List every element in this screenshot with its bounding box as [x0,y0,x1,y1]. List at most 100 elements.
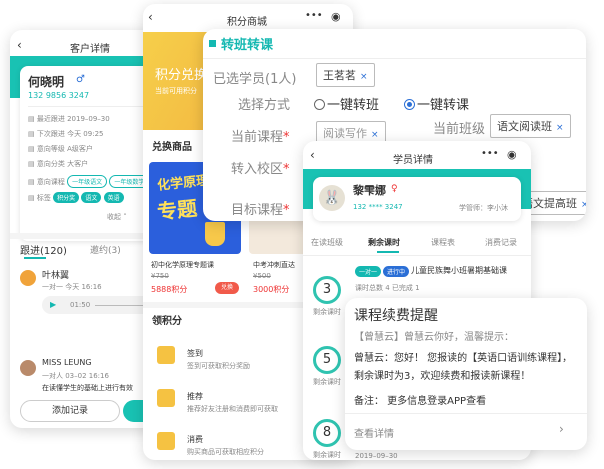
mini-close-icon[interactable]: ◉ [507,148,517,161]
remove-icon[interactable]: × [360,72,368,82]
radio-transfer-class[interactable]: 一键转班 [314,94,379,113]
back-icon[interactable]: ‹ [310,148,315,162]
radio-icon [314,99,325,110]
follow-meta: 一对一 今天 16:16 [42,283,102,291]
flask-icon [205,222,225,246]
reminder-from: 【曾慧云】曾慧云你好，温馨提示： [354,332,514,343]
radio-transfer-course[interactable]: 一键转课 [404,94,469,113]
remaining-label: 剩余课时 [313,451,341,459]
product-points: 3000积分 [253,285,290,294]
product-name: 中考冲刺直达 [253,261,295,269]
tab-schedule[interactable]: 课程表 [431,237,455,248]
radio-checked-icon [404,99,415,110]
class-name: 儿童民族舞小班暑期基础课 [411,266,507,275]
row-course: ▤ 意向课程 一年级语文 一年级数学 [28,175,150,188]
section-get-points: 领积分 [152,316,182,327]
tab-classes[interactable]: 在读班级 [311,237,343,248]
method-label: 选择方式 [238,98,291,113]
client-phone[interactable]: 132 9856 3247 [28,91,89,100]
dialog-title: 转班转课 [221,38,274,53]
renewal-reminder-card: 课程续费提醒 【曾慧云】曾慧云你好，温馨提示： 曾慧云：您好！ 您报读的【英语口… [345,298,587,450]
tab-consumption[interactable]: 消费记录 [485,237,517,248]
row-level: ▤ 意向等级 A级客户 [28,145,93,153]
avatar: 🐰 [319,185,345,211]
tab-invite[interactable]: 邀约(3) [90,243,121,256]
collapse-toggle[interactable]: 收起 ˄ [107,212,127,222]
campus-label: 转入校区* [231,162,290,177]
product-points: 5888积分 [151,285,188,294]
recommend-icon [157,389,175,407]
class-chip[interactable]: 语文阅读班 × [490,114,571,138]
title-marker [209,40,216,47]
remove-icon[interactable]: × [581,200,586,210]
class-status-badge: 进行中 [383,266,410,277]
remaining-circle: 8 [313,419,341,447]
course-label: 当前课程* [231,130,290,145]
remaining-label: 剩余课时 [313,308,341,316]
selected-label: 已选学员(1人) [213,72,297,87]
mini-close-icon[interactable]: ◉ [331,10,341,23]
task-title: 推荐 [187,392,203,401]
more-icon[interactable]: ••• [481,148,499,159]
task-desc: 签到可获取积分奖励 [187,362,250,370]
back-icon[interactable]: ‹ [17,38,22,52]
add-record-button[interactable]: 添加记录 [20,400,120,422]
student-phone[interactable]: 132 **** 3247 [353,203,403,211]
checkin-icon [157,346,175,364]
male-icon: ♂ [76,74,85,85]
row-category: ▤ 意向分类 大客户 [28,160,89,168]
footer-date: 2019–09–30 [355,452,398,460]
remaining-label: 剩余课时 [313,378,341,386]
remaining-circle: 3 [313,276,341,304]
remove-icon[interactable]: × [556,123,564,133]
follow-name: MISS LEUNG [42,358,92,367]
reminder-note: 备注： 更多信息登录APP查看 [354,396,487,407]
page-title: 客户详情 [70,44,110,55]
remaining-circle: 5 [313,346,341,374]
follow-meta: 一对人 03–02 16:16 [42,372,109,380]
class-label: 当前班级 [433,122,486,137]
row-next: ▤ 下次跟进 今天 09:25 [28,130,104,138]
avatar [20,360,36,376]
back-icon[interactable]: ‹ [148,10,153,24]
task-desc: 推荐好友注册和消费即可获取 [187,405,278,413]
task-desc: 购买商品可获取相应积分 [187,448,264,456]
reminder-title: 课程续费提醒 [354,308,438,324]
product-name: 初中化学原理专题课 [151,261,214,269]
row-tags: ▤ 标签 积分奖 语文 英语 [28,192,124,203]
product-old-price: ¥750 [151,272,169,280]
follow-name: 叶林翼 [42,271,70,281]
audio-time: 01:50 [70,301,91,309]
banner-title: 积分兑换 [155,68,208,83]
spend-icon [157,432,175,450]
remove-icon[interactable]: × [371,130,379,140]
client-name: 何晓明 [28,75,65,89]
student-manager: 学管师：李小沐 [459,204,508,212]
play-icon[interactable]: ▶ [50,300,56,309]
task-title: 签到 [187,349,203,358]
tab-follow[interactable]: 跟进(120) [20,242,67,257]
banner-sub: 当前可用积分 [155,87,197,95]
chevron-right-icon[interactable]: › [559,422,564,436]
student-name: 黎雫娜 [353,184,386,197]
page-title: 积分商城 [227,17,267,28]
female-icon: ♀ [391,184,398,194]
selected-student-chip[interactable]: 王茗茗 × [316,63,375,87]
exchange-button[interactable]: 兑换 [215,282,239,294]
page-title: 学员详情 [393,155,433,166]
task-title: 消费 [187,435,203,444]
view-detail-link[interactable]: 查看详情 [354,425,394,440]
divider [28,106,152,107]
avatar [20,270,36,286]
reminder-body: 曾慧云：您好！ 您报读的【英语口语训练课程】，剩余课时为3，欢迎续费和报读新课程… [354,353,573,382]
follow-text: 在读懂学生的基础上进行有效 [42,384,133,392]
product-old-price: ¥500 [253,272,271,280]
more-icon[interactable]: ••• [305,10,323,21]
section-exchange: 兑换商品 [152,142,192,153]
row-recent: ▤ 最近跟进 2019–09–30 [28,115,110,123]
class-type-badge: 一对一 [355,266,382,277]
product-banner-b: 专题 [156,195,199,225]
class-meta: 课时总数 4 已完成 1 [355,284,420,292]
tab-remaining[interactable]: 剩余课时 [368,237,400,248]
target-label: 目标课程* [231,203,290,218]
